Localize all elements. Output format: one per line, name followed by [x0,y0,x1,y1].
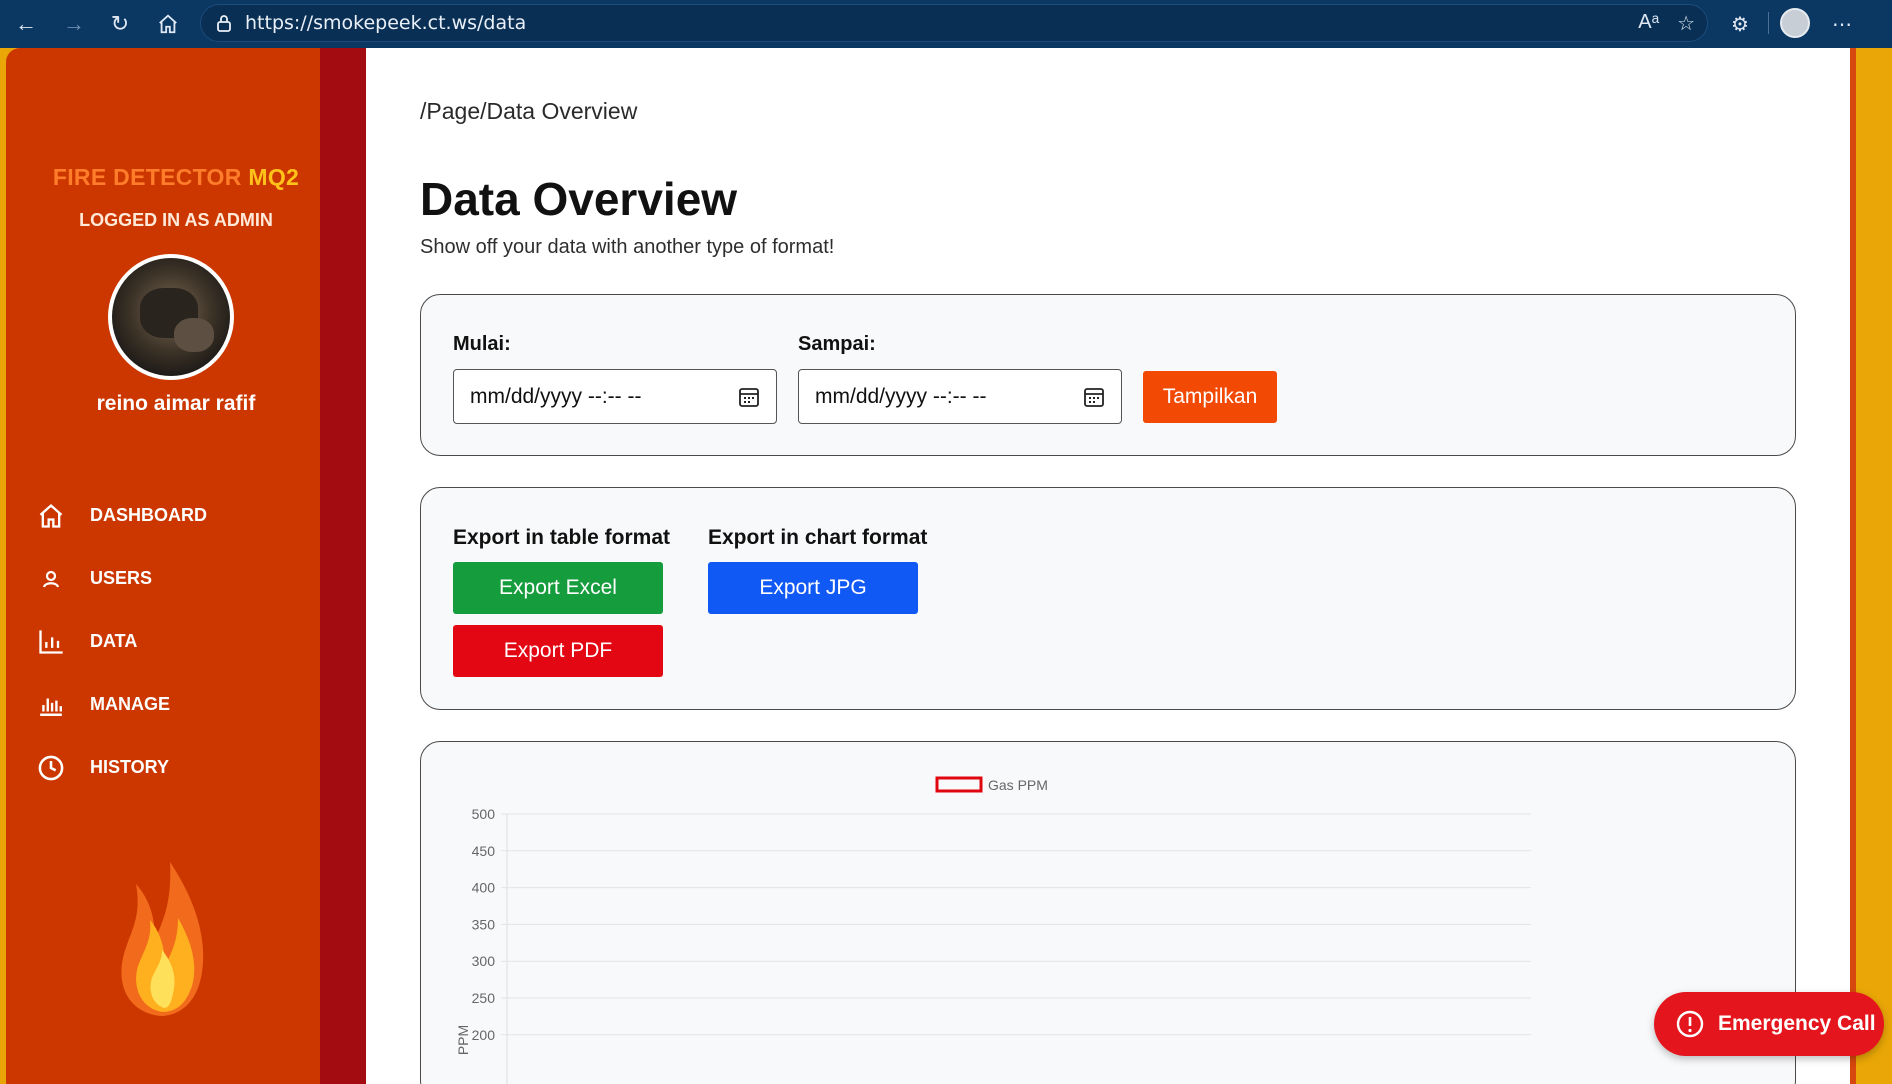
date-filter-card: Mulai: mm/dd/yyyy --:-- -- Sampai: mm/dd… [420,294,1796,456]
y-tick-label: 450 [472,843,496,859]
lock-icon[interactable] [215,14,233,32]
role-label: LOGGED IN AS ADMIN [79,210,273,230]
page-subtitle: Show off your data with another type of … [420,236,835,258]
y-tick-label: 250 [472,990,496,1006]
favorite-star-icon[interactable]: ☆ [1677,11,1695,36]
bar-chart-icon [36,627,66,657]
sidebar-item-label: USERS [90,568,153,588]
legend-swatch [935,776,983,793]
y-tick-label: 300 [472,953,496,969]
y-tick-label: 350 [472,916,496,932]
calendar-icon[interactable] [738,386,760,408]
sidebar-item-manage[interactable]: MANAGE [36,673,326,736]
address-bar[interactable]: https://smokepeek.ct.ws/data Aᵃ ☆ [200,4,1708,42]
export-card: Export in table format Export in chart f… [420,487,1796,710]
start-date-label: Mulai: [453,333,511,355]
breadcrumb: /Page/Data Overview [420,98,638,124]
back-icon[interactable]: ← [10,8,42,40]
export-pdf-button[interactable]: Export PDF [453,625,663,677]
username: reino aimar rafif [96,392,256,415]
read-aloud-icon[interactable]: Aᵃ [1638,11,1659,36]
export-table-title: Export in table format [453,526,671,549]
avatar [108,254,234,380]
forward-icon[interactable]: → [58,8,90,40]
sidebar-item-label: DATA [90,631,138,651]
extensions-icon[interactable]: ⚙ [1724,8,1756,40]
more-options-icon[interactable]: ⋯ [1826,8,1858,40]
export-chart-title: Export in chart format [708,526,928,549]
end-date-label: Sampai: [798,333,876,355]
show-button[interactable]: Tampilkan [1143,371,1277,423]
emergency-call-button[interactable]: Emergency Call [1654,992,1884,1056]
home-icon [36,501,66,531]
main-edge [1850,48,1856,1084]
export-jpg-button[interactable]: Export JPG [708,562,918,614]
start-date-input[interactable]: mm/dd/yyyy --:-- -- [453,369,777,424]
emergency-call-label: Emergency Call [1718,1012,1876,1035]
sidebar-item-label: DASHBOARD [90,505,207,525]
sidebar-menu: DASHBOARD USERS DATA MANAGE HISTORY [36,484,326,799]
y-tick-label: 400 [472,880,496,896]
legend-label: Gas PPM [988,777,1048,793]
sidebar-item-history[interactable]: HISTORY [36,736,326,799]
y-tick-label: 200 [472,1027,496,1043]
alert-icon [1676,1010,1704,1038]
profile-icon[interactable] [1780,8,1810,38]
reload-icon[interactable]: ↻ [104,8,136,40]
sidebar-item-dashboard[interactable]: DASHBOARD [36,484,326,547]
chart-card: Gas PPM 500 450 400 350 300 250 200 PPM [420,741,1796,1084]
y-axis-label: PPM [455,1025,471,1055]
sidebar: FIRE DETECTOR MQ2 LOGGED IN AS ADMIN rei… [6,48,320,1084]
url-text[interactable]: https://smokepeek.ct.ws/data [245,12,526,34]
browser-toolbar: ← → ↻ https://smokepeek.ct.ws/data Aᵃ ☆ … [0,0,1892,48]
home-browser-icon[interactable] [152,8,184,40]
sidebar-item-data[interactable]: DATA [36,610,326,673]
sidebar-edge [320,48,366,1084]
calendar-icon[interactable] [1083,386,1105,408]
toolbar-divider [1768,12,1769,34]
gas-ppm-chart: Gas PPM 500 450 400 350 300 250 200PPM [455,776,1531,1084]
y-tick-label: 500 [472,806,496,822]
clock-icon [36,753,66,783]
sidebar-item-users[interactable]: USERS [36,547,326,610]
end-date-input[interactable]: mm/dd/yyyy --:-- -- [798,369,1122,424]
equalizer-icon [36,690,66,720]
sidebar-item-label: MANAGE [90,694,170,714]
export-excel-button[interactable]: Export Excel [453,562,663,614]
brand-title: FIRE DETECTOR MQ2 [52,164,300,190]
sidebar-item-label: HISTORY [90,757,170,777]
page-title: Data Overview [420,173,738,225]
user-icon [36,564,66,594]
flame-icon [121,862,204,1016]
